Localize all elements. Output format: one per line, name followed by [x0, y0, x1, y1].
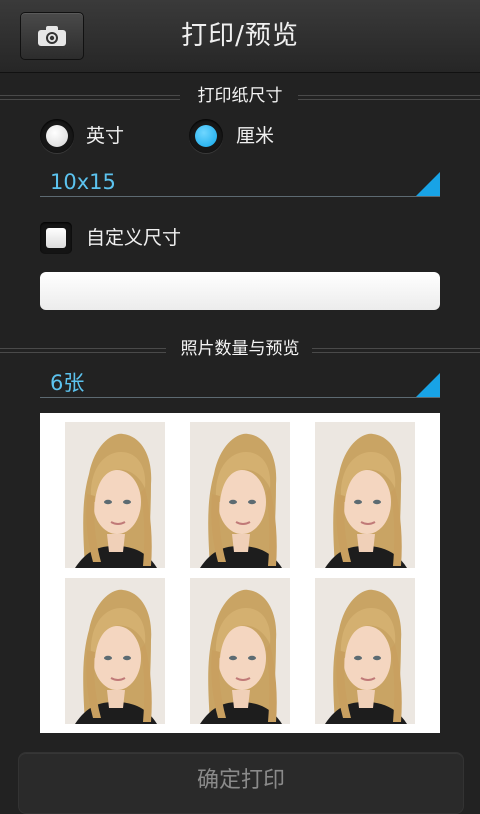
radio-cm-indicator	[195, 125, 217, 147]
preview-photo	[190, 578, 290, 724]
paper-size-section-header: 打印纸尺寸	[0, 84, 480, 108]
checkbox-box	[46, 228, 66, 248]
custom-size-label[interactable]: 自定义尺寸	[86, 222, 181, 254]
confirm-print-button[interactable]: 确定打印	[18, 752, 464, 814]
camera-button[interactable]	[20, 12, 84, 60]
camera-icon	[38, 26, 66, 46]
preview-photo	[315, 578, 415, 724]
radio-inch-label[interactable]: 英寸	[86, 119, 124, 153]
portrait-image	[190, 578, 290, 724]
photo-count-spinner[interactable]: 6张	[40, 369, 440, 398]
print-preview	[40, 413, 440, 733]
photos-section-label: 照片数量与预览	[180, 339, 300, 359]
portrait-image	[315, 422, 415, 568]
preview-photo	[315, 422, 415, 568]
custom-size-input[interactable]	[40, 272, 440, 310]
radio-inch-indicator	[46, 125, 68, 147]
paper-size-value: 10x15	[50, 170, 116, 194]
preview-photo	[65, 422, 165, 568]
radio-cm[interactable]	[189, 119, 223, 153]
photos-section-header: 照片数量与预览	[0, 337, 480, 361]
top-bar: 打印/预览	[0, 0, 480, 73]
radio-cm-label[interactable]: 厘米	[236, 119, 274, 153]
portrait-image	[65, 422, 165, 568]
photo-count-value: 6张	[50, 371, 85, 395]
portrait-image	[190, 422, 290, 568]
radio-inch[interactable]	[40, 119, 74, 153]
preview-photo	[65, 578, 165, 724]
portrait-image	[315, 578, 415, 724]
paper-size-section-label: 打印纸尺寸	[197, 86, 283, 106]
spinner-corner-icon	[416, 172, 440, 196]
spinner-corner-icon	[416, 373, 440, 397]
portrait-image	[65, 578, 165, 724]
paper-size-spinner[interactable]: 10x15	[40, 168, 440, 197]
preview-photo	[190, 422, 290, 568]
custom-size-checkbox[interactable]	[40, 222, 72, 254]
